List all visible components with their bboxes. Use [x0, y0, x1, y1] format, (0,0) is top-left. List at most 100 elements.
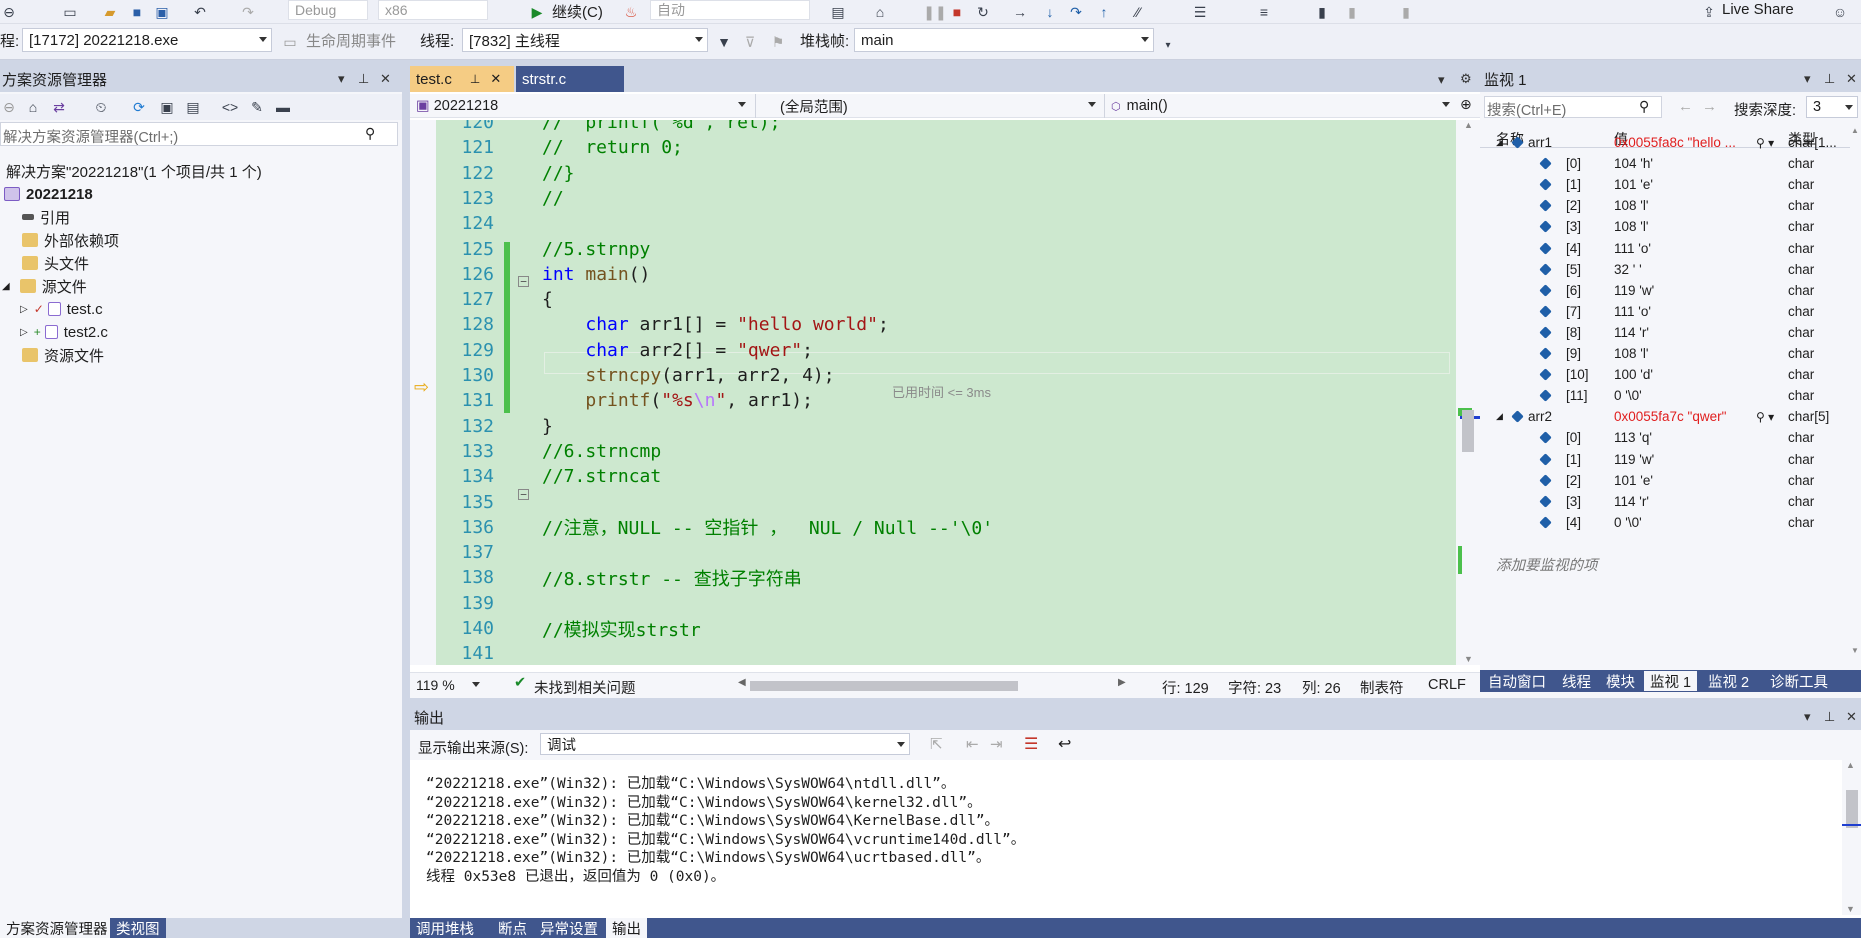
tab-list-icon[interactable]: ▾ [1438, 72, 1445, 88]
watch-row[interactable]: [0] 113 'q' char [1480, 427, 1850, 448]
watch-row[interactable]: [2] 101 'e' char [1480, 470, 1850, 491]
code-line[interactable]: 138 //8.strstr -- 查找子字符串 [436, 565, 801, 590]
tab-modules[interactable]: 模块 [1600, 671, 1641, 691]
open-folder-icon[interactable]: ▰ [100, 3, 120, 21]
tab-mode-indicator[interactable]: 制表符 [1360, 677, 1404, 698]
line-indicator[interactable]: 行: 129 [1162, 677, 1209, 698]
search-depth-select[interactable]: 3 [1806, 96, 1858, 118]
application-insights-icon[interactable]: ⌂ [870, 3, 890, 21]
watch-value[interactable]: 0x0055fa8c "hello ... [1614, 135, 1736, 150]
pending-changes-icon[interactable]: ⏲ [92, 98, 110, 116]
code-line[interactable]: 122 //} [436, 161, 574, 186]
watch-value[interactable]: 114 'r' [1614, 325, 1649, 340]
comment-icon[interactable]: ☰ [1190, 3, 1210, 21]
word-wrap-icon[interactable]: ↩ [1058, 734, 1071, 754]
watch-value[interactable]: 111 'o' [1614, 304, 1651, 319]
watch-value[interactable]: 104 'h' [1614, 156, 1653, 171]
scroll-up-icon[interactable]: ▲ [1846, 760, 1855, 770]
code-line[interactable]: 133 //6.strncmp [436, 439, 661, 464]
tab-watch-2[interactable]: 监视 2 [1702, 671, 1755, 691]
code-line[interactable]: 141 [436, 641, 542, 665]
watch-row[interactable]: [2] 108 'l' char [1480, 195, 1850, 216]
code-line[interactable]: 139 [436, 591, 542, 616]
expanded-arrow-icon[interactable]: ◢ [2, 281, 10, 292]
breakpoint-window-icon[interactable]: ▤ [828, 3, 848, 21]
editor-vertical-scrollbar[interactable]: ▲ ▼ [1456, 120, 1482, 665]
hot-reload-icon[interactable]: ♨ [622, 3, 640, 21]
watch-value[interactable]: 108 'l' [1614, 198, 1648, 213]
tab-test-c[interactable]: test.c ⊥ ✕ [410, 66, 514, 92]
watch-row[interactable]: [4] 0 '\0' char [1480, 512, 1850, 533]
solution-search-input[interactable]: 解决方案资源管理器(Ctrl+;) ⚲ [0, 122, 398, 146]
eol-indicator[interactable]: CRLF [1428, 677, 1466, 693]
collapse-all-icon[interactable]: ▣ [158, 98, 176, 116]
close-icon[interactable]: ✕ [1846, 709, 1857, 725]
search-forward-icon[interactable]: → [1702, 98, 1717, 115]
close-icon[interactable]: ✕ [380, 71, 391, 87]
code-line[interactable]: 137 [436, 540, 542, 565]
scroll-right-icon[interactable]: ▶ [1118, 677, 1126, 688]
clear-filter-icon[interactable]: ⊽ [742, 33, 758, 51]
tree-item-external-deps[interactable]: 外部依赖项 [22, 229, 119, 251]
tree-item-header-files[interactable]: 头文件 [22, 252, 89, 274]
auto-select[interactable]: 自动 [650, 0, 810, 20]
watch-row[interactable]: [6] 119 'w' char [1480, 280, 1850, 301]
project-nav-select[interactable]: ▣ 20221218 [410, 94, 750, 118]
watch-value[interactable]: 100 'd' [1614, 367, 1653, 382]
char-indicator[interactable]: 字符: 23 [1228, 677, 1281, 698]
zoom-select[interactable]: 119 % [410, 674, 484, 696]
search-icon[interactable]: ⚲ [1639, 98, 1649, 115]
visualizer-icon[interactable]: ⚲ ▾ [1756, 136, 1774, 150]
column-indicator[interactable]: 列: 26 [1302, 677, 1341, 698]
indent-icon[interactable]: ≡ [1254, 3, 1274, 21]
watch-row[interactable]: [4] 111 'o' char [1480, 238, 1850, 259]
share-icon[interactable]: ⇪ [1700, 3, 1718, 21]
code-line[interactable]: 136 //注意，NULL -- 空指针 ， NUL / Null --'\0' [436, 515, 993, 540]
tab-solution-explorer[interactable]: 方案资源管理器 [0, 918, 114, 938]
watch-row[interactable]: [11] 0 '\0' char [1480, 385, 1850, 406]
watch-row[interactable]: [9] 108 'l' char [1480, 343, 1850, 364]
code-line[interactable]: 140 //模拟实现strstr [436, 616, 700, 641]
continue-icon[interactable]: ▶ [528, 3, 546, 21]
tab-threads[interactable]: 线程 [1556, 671, 1597, 691]
watch-row[interactable]: ◢ arr2 0x0055fa7c "qwer" ⚲ ▾ char[5] [1480, 406, 1850, 427]
watch-value[interactable]: 0 '\0' [1614, 388, 1642, 403]
search-icon[interactable]: ⚲ [365, 125, 375, 142]
preview-icon[interactable]: ▬ [274, 98, 292, 116]
tab-breakpoints[interactable]: 断点 [492, 918, 533, 938]
watch-row[interactable]: ◢ arr1 0x0055fa8c "hello ... ⚲ ▾ char[1... [1480, 132, 1850, 153]
lifecycle-events-button[interactable]: 生命周期事件 [306, 30, 396, 51]
prev-bookmark-icon[interactable]: ▮ [1344, 3, 1360, 21]
code-line[interactable]: 126 int main() [436, 262, 650, 287]
save-icon[interactable]: ■ [128, 3, 146, 21]
code-line[interactable]: 121 // return 0; [436, 135, 682, 160]
scroll-down-icon[interactable]: ▼ [1464, 654, 1473, 664]
show-all-files-icon[interactable]: ▤ [184, 98, 202, 116]
redo-icon[interactable]: ↷ [238, 3, 258, 21]
watch-row[interactable]: [3] 108 'l' char [1480, 216, 1850, 237]
scope-nav-select[interactable]: (全局范围) [755, 94, 1100, 118]
watch-value[interactable]: 0 '\0' [1614, 515, 1642, 530]
platform-select[interactable]: x86 [378, 0, 488, 20]
watch-value[interactable]: 119 'w' [1614, 283, 1654, 298]
next-bookmark-icon[interactable]: ▮ [1398, 3, 1414, 21]
tree-item-test2-c[interactable]: ▷ + test2.c [20, 321, 108, 343]
scroll-left-icon[interactable]: ◀ [738, 677, 746, 688]
close-icon[interactable]: ✕ [1846, 71, 1857, 87]
code-line[interactable]: 131 printf("%s\n", arr1); [436, 388, 813, 413]
pin-icon[interactable]: ⊥ [470, 72, 480, 86]
settings-icon[interactable]: ⚙ [1460, 71, 1472, 87]
view-code-icon[interactable]: <> [220, 98, 240, 116]
live-share-button[interactable]: Live Share [1722, 1, 1794, 18]
project-node[interactable]: 20221218 [4, 183, 93, 205]
prev-message-icon[interactable]: ⇤ [966, 735, 979, 753]
scroll-down-icon[interactable]: ▼ [1851, 646, 1859, 655]
tab-exception-settings[interactable]: 异常设置 [534, 918, 604, 938]
switch-views-icon[interactable]: ⇄ [50, 98, 68, 116]
home-icon[interactable]: ⌂ [24, 98, 42, 116]
thread-select[interactable]: [7832] 主线程 [462, 28, 708, 52]
watch-row[interactable]: [0] 104 'h' char [1480, 153, 1850, 174]
collapse-icon[interactable]: − [518, 489, 529, 500]
output-source-select[interactable]: 调试 [540, 733, 910, 755]
tab-call-stack[interactable]: 调用堆栈 [410, 918, 480, 938]
